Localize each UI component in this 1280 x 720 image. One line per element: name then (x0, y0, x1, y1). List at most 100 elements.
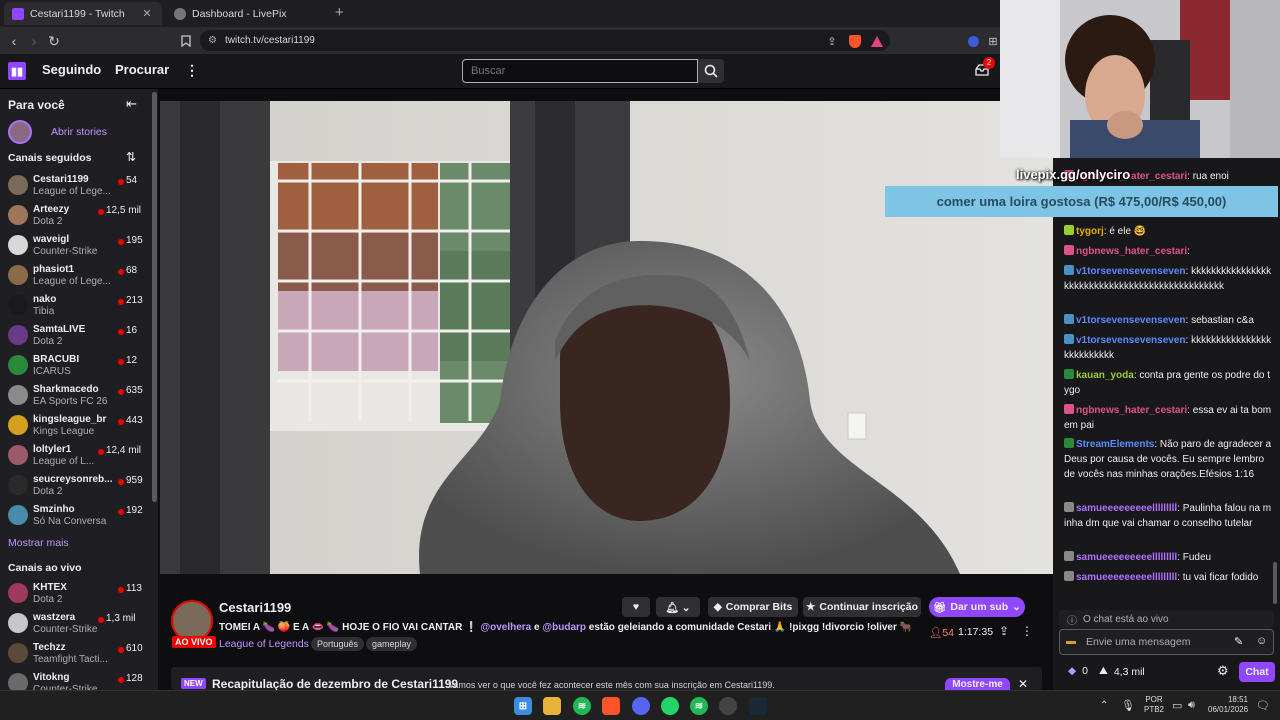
gift-sub-button[interactable]: 🎁︎ Dar um sub ⌄ (929, 597, 1025, 617)
chat-username[interactable]: ngbnews_hater_cestari (1076, 405, 1187, 416)
chat-username[interactable]: tygorj (1076, 226, 1104, 237)
sidebar-channel-item[interactable]: SamtaLIVE Dota 2 16 (6, 321, 152, 351)
chat-username[interactable]: StreamElements (1076, 439, 1154, 450)
channel-avatar (8, 385, 28, 405)
emoji-icon[interactable]: ☺ (1256, 635, 1267, 647)
browser-tab-twitch[interactable]: Cestari1199 - Twitch ✕ (4, 2, 162, 25)
continue-sub-button[interactable]: ★ Continuar inscrição (803, 597, 921, 617)
chat-scrollbar[interactable] (1273, 562, 1277, 604)
sidebar-scrollbar[interactable] (152, 92, 157, 502)
volume-icon[interactable]: 🔊︎ (1188, 699, 1195, 712)
new-tab-button[interactable]: + (335, 4, 344, 21)
extension-icon[interactable] (963, 31, 983, 51)
share-stream-icon[interactable]: ⇪ (999, 624, 1009, 638)
chat-username[interactable]: ngbnews_hater_cestari (1076, 246, 1187, 257)
chat-input[interactable]: ▬ Envie uma mensagem ✎ ☺ (1059, 629, 1274, 655)
chat-username[interactable]: samueeeeeeeeelllllllll (1076, 552, 1177, 563)
twitch-logo-icon[interactable]: ▮▮ (8, 62, 26, 80)
channel-name: nako (33, 294, 57, 305)
steam-icon[interactable] (749, 697, 767, 715)
clock[interactable]: 18:51 06/01/2026 (1208, 695, 1248, 715)
sidebar-channel-item[interactable]: loltyler1 League of L... 12,4 mil (6, 441, 152, 471)
windows-start-icon[interactable]: ⊞ (514, 697, 532, 715)
search-button[interactable] (698, 59, 724, 83)
open-stories-link[interactable]: Abrir stories (51, 126, 107, 138)
file-explorer-icon[interactable] (543, 697, 561, 715)
sidebar-channel-item[interactable]: phasiot1 League of Lege... 68 (6, 261, 152, 291)
brave-browser-icon[interactable] (602, 697, 620, 715)
sidebar-channel-item[interactable]: BRACUBI ICARUS 12 (6, 351, 152, 381)
game-link[interactable]: League of Legends (219, 638, 309, 650)
nav-browse-link[interactable]: Procurar (115, 62, 169, 77)
sidebar-channel-item[interactable]: waveigl Counter-Strike 195 (6, 231, 152, 261)
sidebar-channel-item[interactable]: kingsleague_br Kings League 443 (6, 411, 152, 441)
sidebar-channel-item[interactable]: wastzera Counter-Strike 1,3 mil (6, 609, 152, 639)
channel-name: phasiot1 (33, 264, 75, 275)
sidebar-channel-item[interactable]: Arteezy Dota 2 12,5 mil (6, 201, 152, 231)
follow-heart-button[interactable]: ♥ (622, 597, 650, 617)
sidebar-channel-item[interactable]: Cestari1199 League of Lege... 54 (6, 171, 152, 201)
browser-tab-livepix[interactable]: Dashboard - LivePix (166, 2, 326, 25)
new-badge: NEW (181, 678, 206, 689)
show-more-link[interactable]: Mostrar mais (8, 537, 69, 549)
video-player[interactable] (160, 101, 1053, 574)
stories-avatar[interactable] (8, 120, 32, 144)
chat-username[interactable]: kauan_yoda (1076, 370, 1134, 381)
tag-portugues[interactable]: Português (311, 637, 365, 651)
globe-icon (174, 7, 186, 20)
nav-following-link[interactable]: Seguindo (42, 62, 101, 77)
chat-username[interactable]: samueeeeeeeeelllllllll (1076, 572, 1177, 583)
channel-viewers: 1,3 mil (106, 613, 136, 624)
tag-gameplay[interactable]: gameplay (366, 637, 418, 651)
whatsapp-icon[interactable] (661, 697, 679, 715)
buy-bits-button[interactable]: ◆ Comprar Bits (708, 597, 798, 617)
microphone-icon[interactable]: 🎙︎ (1121, 699, 1135, 712)
chat-send-button[interactable]: Chat (1239, 662, 1275, 682)
more-options-icon[interactable]: ⋮ (1021, 624, 1033, 638)
channel-points[interactable]: ⛰ 4,3 mil (1099, 665, 1145, 678)
recap-show-me-button[interactable]: Mostre-me (945, 678, 1010, 690)
mention-ovelhera[interactable]: @ovelhera (480, 622, 531, 633)
sidebar-channel-item[interactable]: Sharkmacedo EA Sports FC 26 635 (6, 381, 152, 411)
collapse-sidebar-icon[interactable]: ⇤ (126, 96, 137, 112)
chat-username[interactable]: v1torsevensevenseven (1076, 266, 1186, 277)
chat-username[interactable]: v1torsevensevenseven (1076, 335, 1186, 346)
sidebar-channel-item[interactable]: KHTEX Dota 2 113 (6, 579, 152, 609)
bookmark-icon[interactable] (176, 31, 196, 51)
notification-center-icon[interactable]: 🗨︎ (1256, 699, 1270, 712)
discord-icon[interactable] (632, 697, 650, 715)
sort-icon[interactable]: ⇅ (126, 150, 136, 164)
channel-name[interactable]: Cestari1199 (219, 600, 291, 615)
close-tab-icon[interactable]: ✕ (140, 7, 154, 20)
notifications-button[interactable]: 🔔︎ ⌄ (656, 597, 700, 617)
keyboard-layout[interactable]: POR PTB2 (1144, 695, 1164, 715)
back-icon[interactable]: ‹ (4, 31, 24, 51)
sidebar-channel-item[interactable]: Techzz Teamfight Tacti... 610 (6, 639, 152, 669)
emote-picker-icon[interactable]: ✎ (1234, 635, 1243, 648)
reload-icon[interactable]: ↻ (44, 31, 64, 51)
gift-sub-label: Dar um sub (950, 601, 1009, 613)
share-icon[interactable]: ⇪ (822, 31, 842, 51)
brave-shield-icon[interactable] (845, 31, 865, 51)
search-input[interactable] (462, 59, 698, 83)
chat-settings-icon[interactable]: ⚙ (1217, 663, 1229, 679)
network-icon[interactable]: ▭ (1172, 699, 1182, 712)
chat-username[interactable]: samueeeeeeeeelllllllll (1076, 503, 1177, 514)
close-recap-icon[interactable]: ✕ (1018, 677, 1028, 691)
sidebar-channel-item[interactable]: Smzinho Só Na Conversa 192 (6, 501, 152, 531)
address-bar[interactable]: ⚙ twitch.tv/cestari1199 (200, 30, 890, 51)
more-menu-icon[interactable]: ⋮ (185, 62, 199, 79)
brave-rewards-icon[interactable] (867, 31, 887, 51)
site-info-icon[interactable]: ⚙ (208, 35, 217, 46)
mention-budarp[interactable]: @budarp (542, 622, 586, 633)
obs-icon[interactable] (719, 697, 737, 715)
spotify-icon[interactable]: ≋ (573, 697, 591, 715)
bits-balance[interactable]: ◆ 0 (1068, 665, 1088, 677)
chat-username[interactable]: v1torsevensevenseven (1076, 315, 1186, 326)
sidebar-channel-item[interactable]: nako Tibia 213 (6, 291, 152, 321)
sidebar-channel-item[interactable]: seucreysonreb... Dota 2 959 (6, 471, 152, 501)
spotify-2-icon[interactable]: ≋ (690, 697, 708, 715)
forward-icon[interactable]: › (24, 31, 44, 51)
tray-up-arrow-icon[interactable]: ⌃ (1100, 700, 1108, 711)
live-dot-icon (118, 359, 124, 365)
